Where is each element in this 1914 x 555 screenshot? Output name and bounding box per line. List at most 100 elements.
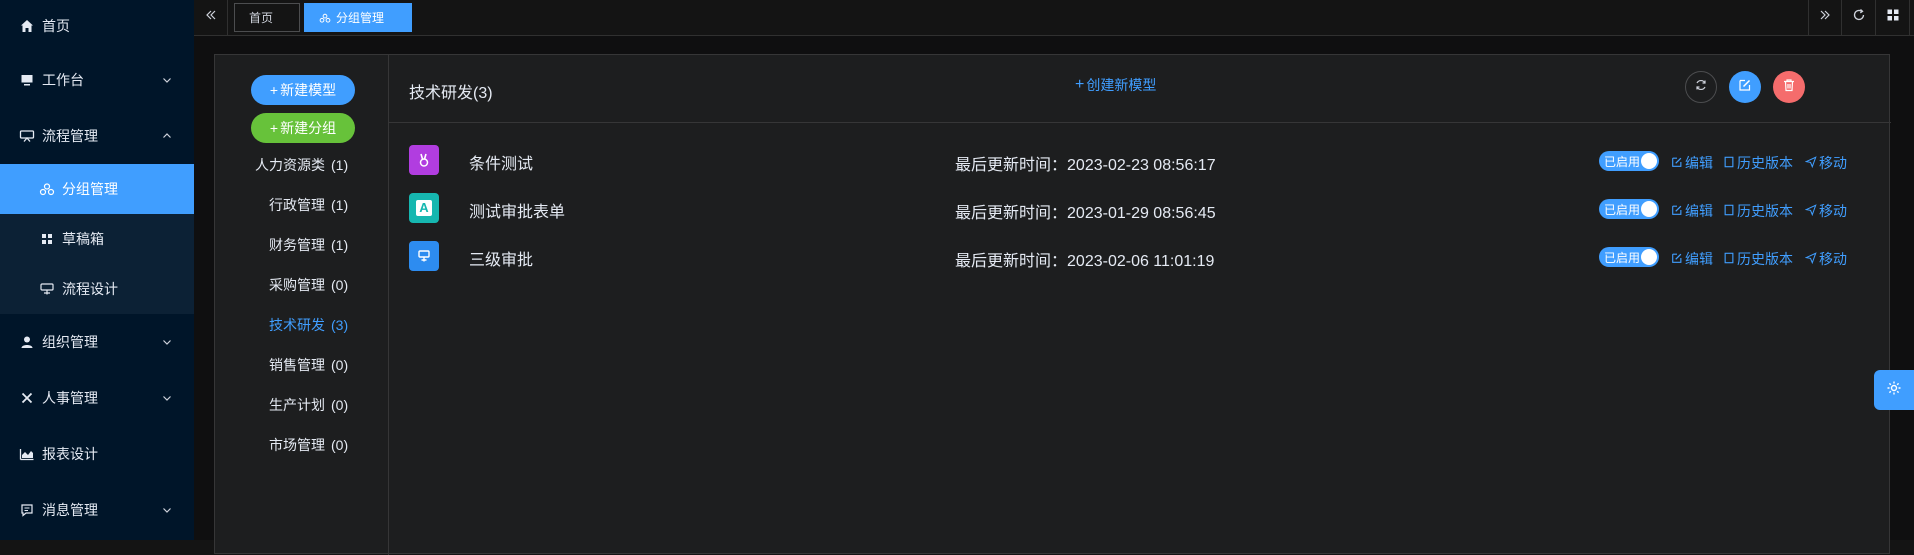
chevron-down-icon [160, 503, 174, 517]
refresh-button[interactable] [1685, 71, 1717, 103]
create-model-link[interactable]: + 创建新模型 [1075, 75, 1156, 95]
edit-link[interactable]: 编辑 [1671, 153, 1713, 173]
double-chevron-left-icon [204, 8, 218, 27]
collapse-sidebar-button[interactable] [194, 0, 228, 35]
chevron-down-icon [160, 335, 174, 349]
sidebar-item-flow-management[interactable]: 流程管理 [0, 108, 194, 164]
double-chevron-right-icon [1818, 8, 1832, 27]
edit-group-button[interactable] [1729, 71, 1761, 103]
sidebar-item-workbench[interactable]: 工作台 [0, 52, 194, 108]
new-group-button[interactable]: + 新建分组 [251, 113, 355, 143]
group-item[interactable]: 生产计划 (0) [215, 395, 389, 415]
group-list: + 新建模型 + 新建分组 人力资源类 (1) 行政管理 (1) 财务管理 (1) 采… [215, 55, 389, 555]
tabs-scroll-right-button[interactable] [1808, 0, 1842, 35]
group-item[interactable]: 采购管理 (0) [215, 275, 389, 295]
model-list-header: 技术研发(3) + 创建新模型 [389, 55, 1891, 123]
send-icon [1804, 155, 1817, 171]
document-icon [1723, 203, 1735, 219]
edit-label: 编辑 [1685, 251, 1713, 267]
group-panel: + 新建模型 + 新建分组 人力资源类 (1) 行政管理 (1) 财务管理 (1) 采… [214, 54, 1891, 555]
group-item[interactable]: 行政管理 (1) [215, 195, 389, 215]
enabled-toggle[interactable]: 已启用 [1599, 199, 1659, 219]
model-row[interactable]: A 测试审批表单 最后更新时间：2023-01-29 08:56:45 已启用 … [389, 185, 1891, 225]
sidebar-item-message-management[interactable]: 消息管理 [0, 482, 194, 538]
edit-link[interactable]: 编辑 [1671, 201, 1713, 221]
model-name: 条件测试 [469, 156, 534, 173]
delete-group-button[interactable] [1773, 71, 1805, 103]
design-icon [38, 280, 56, 298]
refresh-icon [1852, 8, 1866, 27]
history-label: 历史版本 [1737, 251, 1793, 267]
gear-icon [1886, 380, 1902, 401]
close-icon [18, 389, 36, 407]
document-icon [1723, 251, 1735, 267]
group-item[interactable]: 财务管理 (1) [215, 235, 389, 255]
tab-home[interactable]: 首页 [234, 3, 300, 32]
toggle-label: 已启用 [1604, 202, 1641, 217]
new-group-label: 新建分组 [280, 120, 337, 136]
sidebar-item-label: 流程管理 [42, 128, 98, 144]
group-count: (0) [331, 437, 349, 453]
letter-a-icon: A [409, 193, 439, 223]
time-prefix: 最后更新时间： [955, 157, 1068, 174]
sidebar-item-report-design[interactable]: 报表设计 [0, 426, 194, 482]
edit-label: 编辑 [1685, 155, 1713, 171]
sidebar-item-drafts[interactable]: 草稿箱 [0, 214, 194, 264]
sidebar-item-label: 报表设计 [42, 446, 98, 462]
move-link[interactable]: 移动 [1804, 153, 1847, 173]
toggle-knob [1641, 201, 1657, 217]
group-item-active[interactable]: 技术研发 (3) [215, 315, 389, 335]
group-icon [319, 12, 331, 24]
enabled-toggle[interactable]: 已启用 [1599, 247, 1659, 267]
history-link[interactable]: 历史版本 [1723, 201, 1793, 221]
model-name: 三级审批 [469, 252, 534, 269]
group-item[interactable]: 人力资源类 (1) [215, 155, 389, 175]
sidebar-item-label: 分组管理 [62, 181, 118, 197]
edit-link[interactable]: 编辑 [1671, 249, 1713, 269]
model-update-time: 最后更新时间：2023-02-06 11:01:19 [955, 247, 1214, 271]
move-link[interactable]: 移动 [1804, 201, 1847, 221]
group-name: 生产计划 [269, 397, 325, 413]
time-value: 2023-02-23 08:56:17 [1067, 157, 1216, 174]
chevron-down-icon [160, 73, 174, 87]
move-label: 移动 [1819, 251, 1847, 267]
sidebar-item-hr-management[interactable]: 人事管理 [0, 370, 194, 426]
toggle-knob [1641, 153, 1657, 169]
group-name: 行政管理 [269, 197, 325, 213]
model-row[interactable]: 条件测试 最后更新时间：2023-02-23 08:56:17 已启用 编辑 历… [389, 137, 1891, 177]
history-link[interactable]: 历史版本 [1723, 249, 1793, 269]
refresh-icon [1694, 78, 1708, 97]
group-count: (1) [331, 157, 349, 173]
move-label: 移动 [1819, 203, 1847, 219]
history-label: 历史版本 [1737, 203, 1793, 219]
time-value: 2023-01-29 08:56:45 [1067, 205, 1216, 222]
sidebar-item-flow-design[interactable]: 流程设计 [0, 264, 194, 314]
refresh-tab-button[interactable] [1842, 0, 1876, 35]
enabled-toggle[interactable]: 已启用 [1599, 151, 1659, 171]
sidebar-item-org-management[interactable]: 组织管理 [0, 314, 194, 370]
move-link[interactable]: 移动 [1804, 249, 1847, 269]
sidebar-submenu-flow: 分组管理 草稿箱 流程设计 [0, 164, 194, 314]
tab-menu-button[interactable] [1876, 0, 1910, 35]
sidebar-item-label: 组织管理 [42, 334, 98, 350]
trash-icon [1782, 78, 1796, 97]
tab-group-management[interactable]: 分组管理 [304, 3, 412, 32]
model-row[interactable]: 三级审批 最后更新时间：2023-02-06 11:01:19 已启用 编辑 历… [389, 233, 1891, 273]
create-model-label: 创建新模型 [1086, 77, 1157, 93]
new-model-button[interactable]: + 新建模型 [251, 75, 355, 105]
group-item[interactable]: 销售管理 (0) [215, 355, 389, 375]
group-count: (0) [331, 277, 349, 293]
plus-icon: + [269, 120, 279, 136]
sidebar-item-home[interactable]: 首页 [0, 0, 194, 52]
tab-bar: 首页 分组管理 [194, 0, 1914, 36]
time-prefix: 最后更新时间： [955, 253, 1068, 270]
sidebar: 首页 工作台 流程管理 分组管理 草稿箱 流程设计 组织管理 人事管理 报表设计… [0, 0, 194, 540]
sidebar-item-group-management[interactable]: 分组管理 [0, 164, 194, 214]
edit-icon [1671, 251, 1683, 267]
settings-float-button[interactable] [1874, 370, 1914, 410]
group-item[interactable]: 市场管理 (0) [215, 435, 389, 455]
monitor-icon [18, 71, 36, 89]
sidebar-item-label: 人事管理 [42, 390, 98, 406]
history-link[interactable]: 历史版本 [1723, 153, 1793, 173]
group-name: 人力资源类 [255, 157, 325, 173]
